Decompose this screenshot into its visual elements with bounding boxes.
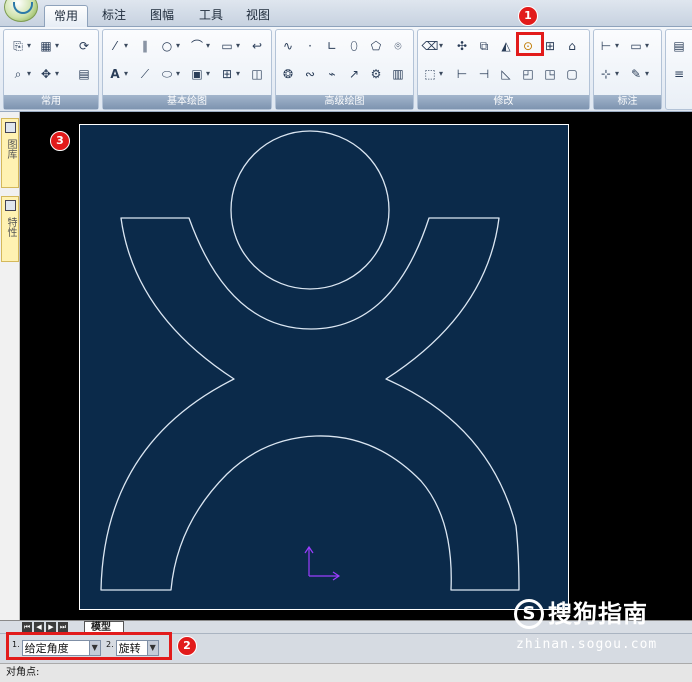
- fillet-icon[interactable]: ◰: [520, 66, 536, 82]
- image-icon[interactable]: ◫: [249, 66, 265, 82]
- panel-more: ▤ ≡: [665, 29, 692, 110]
- linear-dimension-icon[interactable]: ⊢: [598, 38, 619, 54]
- layer-icon[interactable]: ▦: [38, 38, 59, 54]
- ellipse-icon[interactable]: ⬯: [346, 38, 362, 54]
- first-layout-icon[interactable]: ⏮: [22, 622, 32, 632]
- hole-icon[interactable]: ⌾: [390, 38, 406, 54]
- tab-tools[interactable]: 工具: [193, 5, 229, 27]
- gear-icon[interactable]: ⚙: [368, 66, 384, 82]
- copy-icon[interactable]: ⧉: [476, 38, 492, 54]
- sogou-logo-icon: S: [514, 599, 544, 629]
- last-layout-icon[interactable]: ⏭: [58, 622, 68, 632]
- properties-icon[interactable]: ▤: [76, 66, 92, 82]
- edit-dimension-icon[interactable]: ✎: [628, 66, 649, 82]
- panel-label-basic-draw: 基本绘图: [103, 95, 271, 109]
- panel-label-advanced-draw: 高级绘图: [276, 95, 413, 109]
- mirror-icon[interactable]: ◭: [498, 38, 514, 54]
- panel-dimension: ⊢ ▭ ⊹ ✎ 标注: [593, 29, 662, 110]
- watermark-brand: 搜狗指南: [548, 600, 648, 628]
- ribbon: ⎘ ▦ ⟳ ⌕ ✥ ▤ 常用 ⁄ ∥ ○ ⌒ ▭ ↩ A ⟋ ⬭ ▣ ⊞ ◫ 基…: [0, 27, 692, 112]
- command-prompt: 对角点:: [0, 663, 692, 682]
- offset-icon[interactable]: ⌂: [564, 38, 580, 54]
- scale-icon[interactable]: ⬚: [422, 66, 443, 82]
- chart-icon[interactable]: ▥: [390, 66, 406, 82]
- refresh-icon[interactable]: ⟳: [76, 38, 92, 54]
- panel-basic-draw: ⁄ ∥ ○ ⌒ ▭ ↩ A ⟋ ⬭ ▣ ⊞ ◫ 基本绘图: [102, 29, 272, 110]
- panel-advanced-draw: ∿ · ∟ ⬯ ⬠ ⌾ ❂ ∾ ⌁ ↗ ⚙ ▥ 高级绘图: [275, 29, 414, 110]
- drawing-sheet[interactable]: [79, 124, 569, 610]
- paste-icon[interactable]: ⎘: [10, 38, 31, 54]
- arc-icon[interactable]: ⌒: [189, 38, 210, 54]
- next-layout-icon[interactable]: ▶: [46, 622, 56, 632]
- step-badge-1: 1: [518, 6, 538, 26]
- dimension-style-icon[interactable]: ▭: [628, 38, 649, 54]
- watermark: S 搜狗指南 zhinan.sogou.com: [514, 597, 690, 657]
- prev-layout-icon[interactable]: ◀: [34, 622, 44, 632]
- tab-view[interactable]: 视图: [240, 5, 276, 27]
- break-line-icon[interactable]: ⌁: [324, 66, 340, 82]
- trim-icon[interactable]: ⊢: [454, 66, 470, 82]
- chamfer-icon[interactable]: ◳: [542, 66, 558, 82]
- block-icon[interactable]: ▣: [189, 66, 210, 82]
- explode-icon[interactable]: ▢: [564, 66, 580, 82]
- hatch-icon[interactable]: ⬭: [159, 66, 180, 82]
- left-palette: 图库 特性: [0, 112, 20, 620]
- panel-label-dimension: 标注: [594, 95, 661, 109]
- palette-tab-properties-label: 特性: [5, 217, 16, 237]
- step-badge-3: 3: [50, 131, 70, 151]
- ribbon-tab-bar: 常用 标注 图幅 工具 视图: [0, 0, 692, 27]
- zoom-icon[interactable]: ⌕: [10, 66, 31, 82]
- circle-icon[interactable]: ○: [159, 38, 180, 54]
- rotate-tool-highlight: [516, 32, 544, 56]
- more-tools-icon[interactable]: ▤: [671, 38, 687, 54]
- array-icon[interactable]: ⊞: [542, 38, 558, 54]
- panel-modify: ⌫ ✣ ⧉ ◭ ⊙ ⊞ ⌂ ⬚ ⊢ ⊣ ◺ ◰ ◳ ▢ 修改: [417, 29, 590, 110]
- panel-label-modify: 修改: [418, 95, 589, 109]
- more-lines-icon[interactable]: ≡: [671, 66, 687, 82]
- move-icon[interactable]: ✣: [454, 38, 470, 54]
- angle-line-icon[interactable]: ∟: [324, 38, 340, 54]
- panel-common: ⎘ ▦ ⟳ ⌕ ✥ ▤ 常用: [3, 29, 99, 110]
- tab-common[interactable]: 常用: [44, 5, 88, 27]
- tab-frame[interactable]: 图幅: [144, 5, 180, 27]
- point-icon[interactable]: ·: [302, 38, 318, 54]
- text-icon[interactable]: A: [107, 66, 128, 82]
- spline-icon[interactable]: ∿: [280, 38, 296, 54]
- sheet-border: [79, 124, 569, 610]
- library-icon: [5, 122, 16, 133]
- palette-tab-properties[interactable]: 特性: [1, 196, 19, 262]
- watermark-url: zhinan.sogou.com: [516, 637, 658, 652]
- panel-label-common: 常用: [4, 95, 98, 109]
- option-bar-highlight: [6, 632, 172, 660]
- tab-dimension[interactable]: 标注: [96, 5, 132, 27]
- break-icon[interactable]: ◺: [498, 66, 514, 82]
- polygon-icon[interactable]: ⬠: [368, 38, 384, 54]
- palette-tab-library-label: 图库: [5, 139, 16, 159]
- erase-icon[interactable]: ⌫: [422, 38, 443, 54]
- arrow-icon[interactable]: ↗: [346, 66, 362, 82]
- extend-icon[interactable]: ⊣: [476, 66, 492, 82]
- app-logo-icon[interactable]: [4, 0, 38, 22]
- pan-icon[interactable]: ✥: [38, 66, 59, 82]
- polyline-icon[interactable]: ↩: [249, 38, 265, 54]
- table-icon[interactable]: ⊞: [219, 66, 240, 82]
- step-badge-2: 2: [177, 636, 197, 656]
- line-icon[interactable]: ⁄: [107, 38, 128, 54]
- wave-icon[interactable]: ∾: [302, 66, 318, 82]
- coordinate-dimension-icon[interactable]: ⊹: [598, 66, 619, 82]
- properties-panel-icon: [5, 200, 16, 211]
- palette-tab-library[interactable]: 图库: [1, 118, 19, 188]
- centerline-icon[interactable]: ⟋: [137, 66, 153, 82]
- parallel-icon[interactable]: ∥: [137, 38, 153, 54]
- rectangle-icon[interactable]: ▭: [219, 38, 240, 54]
- pattern-icon[interactable]: ❂: [280, 66, 296, 82]
